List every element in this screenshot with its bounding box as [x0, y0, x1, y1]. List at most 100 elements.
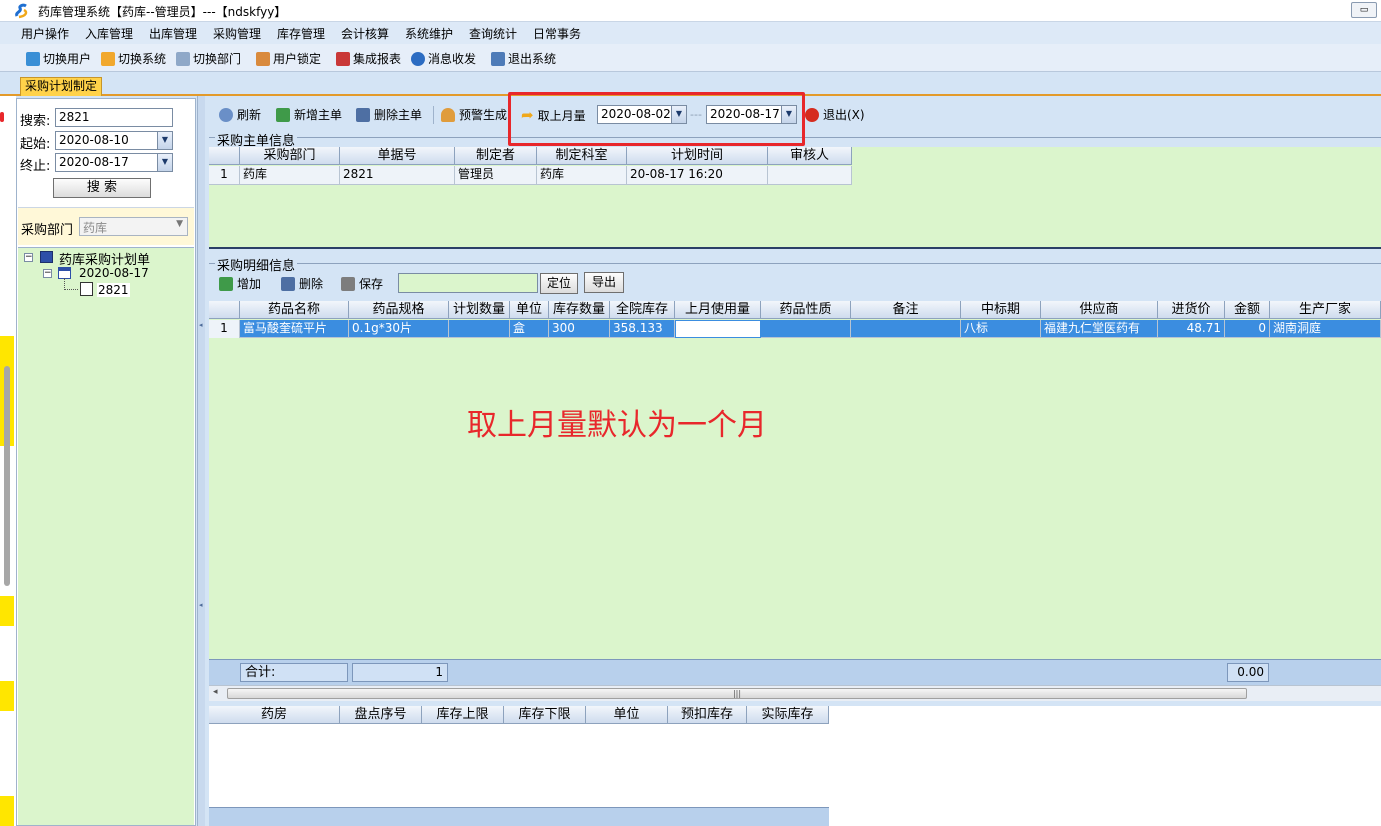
edit-doc-icon: [356, 107, 370, 122]
export-button[interactable]: 导出: [584, 272, 624, 293]
add-master-button[interactable]: 新增主单: [276, 106, 342, 123]
cell-amount: 0: [1225, 320, 1270, 338]
chevron-down-icon[interactable]: ▼: [157, 132, 172, 149]
search-button[interactable]: 搜 索: [53, 178, 151, 198]
users-icon: [26, 51, 40, 66]
lock-user-icon: [256, 51, 270, 66]
chevron-down-icon[interactable]: ▼: [157, 154, 172, 171]
add-detail-button[interactable]: 增加: [219, 275, 261, 292]
col-header[interactable]: 药品性质: [761, 301, 851, 319]
col-header[interactable]: 生产厂家: [1270, 301, 1381, 319]
table-row[interactable]: 1 富马酸奎硫平片 0.1g*30片 盒 300 358.133 八标 福建九仁…: [209, 320, 1381, 338]
menu-daily[interactable]: 日常事务: [533, 25, 581, 42]
horizontal-scrollbar[interactable]: ◂ |||: [209, 685, 1381, 701]
switch-system-button[interactable]: 切换系统: [101, 50, 166, 67]
search-input[interactable]: 2821: [55, 108, 173, 127]
col-header[interactable]: 计划数量: [449, 301, 510, 319]
col-header[interactable]: 全院库存: [610, 301, 675, 319]
col-header[interactable]: 预扣库存: [668, 706, 747, 724]
menu-inbound[interactable]: 入库管理: [85, 25, 133, 42]
menu-inventory[interactable]: 库存管理: [277, 25, 325, 42]
menu-accounting[interactable]: 会计核算: [341, 25, 389, 42]
tree-connector: [64, 278, 78, 290]
edit-doc-icon: [281, 276, 295, 291]
table-row[interactable]: 1 药库 2821 管理员 药库 20-08-17 16:20: [209, 166, 852, 185]
start-date-picker[interactable]: 2020-08-10 ▼: [55, 131, 173, 150]
refresh-button[interactable]: 刷新: [219, 106, 261, 123]
search-label: 搜索:: [20, 114, 51, 129]
col-header[interactable]: 审核人: [768, 147, 852, 165]
master-table: 采购部门 单据号 制定者 制定科室 计划时间 审核人 1 药库 2821 管理员…: [209, 147, 852, 185]
col-header[interactable]: 金额: [1225, 301, 1270, 319]
delete-detail-button[interactable]: 删除: [281, 275, 323, 292]
switch-dept-button[interactable]: 切换部门: [176, 50, 241, 67]
end-date-picker[interactable]: 2020-08-17 ▼: [55, 153, 173, 172]
col-header[interactable]: 计划时间: [627, 147, 768, 165]
cell-creator: 管理员: [455, 166, 537, 184]
plan-tree: − 药库采购计划单 − 2020-08-17 2821: [18, 247, 194, 825]
col-header[interactable]: 上月使用量: [675, 301, 761, 319]
cell-drug-name: 富马酸奎硫平片: [240, 320, 349, 338]
collapse-icon[interactable]: −: [43, 269, 52, 278]
col-header[interactable]: 进货价: [1158, 301, 1225, 319]
dept-select[interactable]: 药库 ▼: [79, 217, 188, 236]
window-title: 药库管理系统【药库--管理员】---【ndskfyy】: [38, 5, 287, 19]
switch-user-button[interactable]: 切换用户: [26, 50, 91, 67]
menu-query[interactable]: 查询统计: [469, 25, 517, 42]
col-header[interactable]: 实际库存: [747, 706, 829, 724]
cell-last-month-usage[interactable]: [675, 320, 761, 338]
col-header[interactable]: 制定者: [455, 147, 537, 165]
save-detail-button[interactable]: 保存: [341, 275, 383, 292]
edge-scrollbar[interactable]: [4, 366, 10, 586]
tab-purchase-plan[interactable]: 采购计划制定: [20, 77, 103, 96]
annotation-text: 取上月量默认为一个月: [467, 408, 767, 443]
col-header[interactable]: 备注: [851, 301, 961, 319]
cell-price: 48.71: [1158, 320, 1225, 338]
menu-purchase[interactable]: 采购管理: [213, 25, 261, 42]
totals-bar: 合计: 1 0.00: [209, 659, 1381, 685]
restore-button[interactable]: ▭: [1351, 2, 1377, 18]
book-icon: [40, 251, 53, 263]
alert-generate-button[interactable]: 预警生成: [441, 106, 507, 123]
col-header[interactable]: 盘点序号: [340, 706, 422, 724]
col-header[interactable]: 药品规格: [349, 301, 449, 319]
col-header[interactable]: 库存下限: [504, 706, 586, 724]
cell-unit: 盒: [510, 320, 549, 338]
col-header[interactable]: 单位: [586, 706, 668, 724]
exit-button[interactable]: 退出(X): [805, 106, 865, 123]
menu-system[interactable]: 系统维护: [405, 25, 453, 42]
messages-button[interactable]: 消息收发: [411, 50, 476, 67]
col-header[interactable]: 供应商: [1041, 301, 1158, 319]
total-count: 1: [352, 663, 448, 682]
col-header[interactable]: 库存上限: [422, 706, 504, 724]
edge-marker: [0, 112, 4, 122]
toolbar-divider: [433, 106, 434, 124]
exit-system-button[interactable]: 退出系统: [491, 50, 556, 67]
scroll-thumb[interactable]: |||: [227, 688, 1247, 699]
row-number-header: [209, 147, 240, 165]
col-header[interactable]: 采购部门: [240, 147, 340, 165]
collapse-icon[interactable]: −: [24, 253, 33, 262]
delete-master-button[interactable]: 删除主单: [356, 106, 422, 123]
tree-date-node[interactable]: 2020-08-17: [79, 266, 149, 280]
user-lock-button[interactable]: 用户锁定: [256, 50, 321, 67]
reports-button[interactable]: 集成报表: [336, 50, 401, 67]
tree-doc-node[interactable]: 2821: [97, 283, 130, 297]
locate-button[interactable]: 定位: [540, 273, 578, 294]
info-icon: [411, 51, 425, 66]
locate-input[interactable]: [398, 273, 538, 293]
col-header[interactable]: 药品名称: [240, 301, 349, 319]
col-header[interactable]: 库存数量: [549, 301, 610, 319]
end-label: 终止:: [20, 159, 51, 174]
menu-user-ops[interactable]: 用户操作: [21, 25, 69, 42]
scroll-left-icon[interactable]: ◂: [213, 687, 218, 697]
dept-filter-area: 采购部门 药库 ▼: [18, 207, 194, 245]
col-header[interactable]: 单据号: [340, 147, 455, 165]
row-number: 1: [209, 320, 240, 338]
col-header[interactable]: 药房: [209, 706, 340, 724]
col-header[interactable]: 单位: [510, 301, 549, 319]
panel-splitter[interactable]: ◂ ◂: [197, 96, 205, 826]
col-header[interactable]: 制定科室: [537, 147, 627, 165]
col-header[interactable]: 中标期: [961, 301, 1041, 319]
menu-outbound[interactable]: 出库管理: [149, 25, 197, 42]
